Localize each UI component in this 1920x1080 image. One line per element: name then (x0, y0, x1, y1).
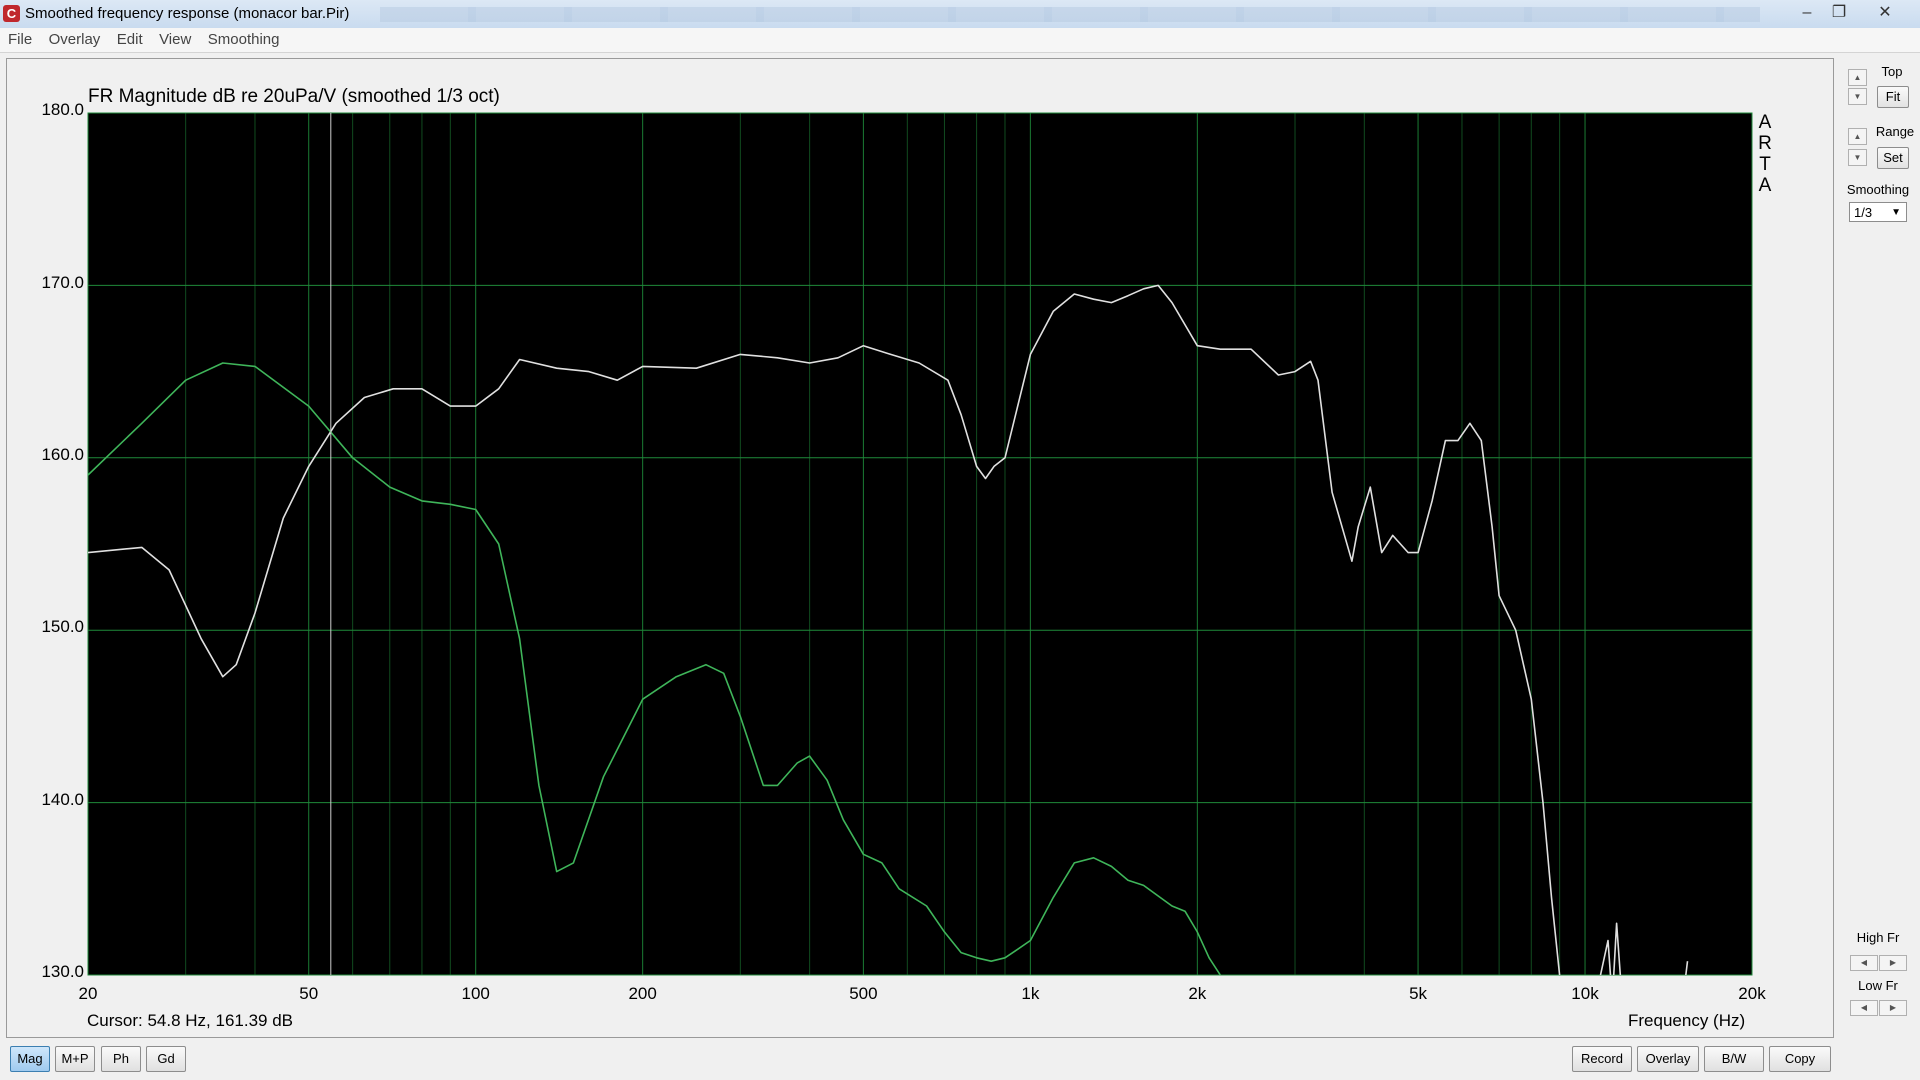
y-tick-label: 180.0 (41, 100, 84, 119)
bw-button[interactable]: B/W (1704, 1046, 1764, 1072)
smoothing-value: 1/3 (1854, 205, 1873, 220)
mp-button[interactable]: M+P (55, 1046, 95, 1072)
frequency-response-chart[interactable] (0, 0, 1920, 1080)
high-fr-left-button[interactable]: ◀ (1850, 955, 1878, 971)
mag-button[interactable]: Mag (10, 1046, 50, 1072)
watermark-letter: T (1759, 154, 1771, 175)
x-tick-label: 100 (461, 984, 490, 1003)
top-up-spinner[interactable]: ▲ (1848, 69, 1867, 86)
set-button[interactable]: Set (1877, 147, 1909, 169)
plot-area[interactable] (88, 113, 1752, 975)
low-fr-right-button[interactable]: ▶ (1879, 1000, 1907, 1016)
x-tick-label: 1k (1021, 984, 1040, 1003)
y-tick-label: 130.0 (41, 962, 84, 981)
x-tick-label: 10k (1571, 984, 1599, 1003)
y-tick-label: 140.0 (41, 790, 84, 809)
copy-button[interactable]: Copy (1769, 1046, 1831, 1072)
low-fr-label: Low Fr (1858, 978, 1898, 993)
top-down-spinner[interactable]: ▼ (1848, 88, 1867, 105)
high-fr-right-button[interactable]: ▶ (1879, 955, 1907, 971)
smoothing-select[interactable]: 1/3 ▼ (1849, 202, 1907, 222)
arta-watermark: A R T A (1756, 112, 1774, 196)
x-tick-label: 20k (1738, 984, 1766, 1003)
x-tick-label: 5k (1409, 984, 1428, 1003)
ph-button[interactable]: Ph (101, 1046, 141, 1072)
range-down-spinner[interactable]: ▼ (1848, 149, 1867, 166)
y-tick-label: 150.0 (41, 617, 84, 636)
range-up-spinner[interactable]: ▲ (1848, 128, 1867, 145)
low-fr-left-button[interactable]: ◀ (1850, 1000, 1878, 1016)
high-fr-label: High Fr (1856, 930, 1900, 945)
x-tick-label: 20 (78, 984, 98, 1003)
watermark-letter: A (1758, 175, 1772, 196)
x-axis-label: Frequency (Hz) (1628, 1011, 1746, 1030)
top-label: Top (1881, 64, 1903, 79)
range-label: Range (1875, 124, 1915, 139)
x-tick-label: 500 (849, 984, 878, 1003)
fit-button[interactable]: Fit (1877, 86, 1909, 108)
watermark-letter: A (1758, 112, 1772, 133)
y-tick-label: 160.0 (41, 445, 84, 464)
y-tick-label: 170.0 (41, 273, 84, 292)
cursor-readout: Cursor: 54.8 Hz, 161.39 dB (87, 1011, 294, 1030)
gd-button[interactable]: Gd (146, 1046, 186, 1072)
smoothing-label: Smoothing (1846, 182, 1910, 197)
record-button[interactable]: Record (1572, 1046, 1632, 1072)
chevron-down-icon: ▼ (1891, 207, 1901, 218)
overlay-button[interactable]: Overlay (1637, 1046, 1699, 1072)
x-tick-label: 2k (1188, 984, 1207, 1003)
watermark-letter: R (1758, 133, 1772, 154)
x-tick-label: 200 (628, 984, 657, 1003)
x-tick-label: 50 (299, 984, 319, 1003)
